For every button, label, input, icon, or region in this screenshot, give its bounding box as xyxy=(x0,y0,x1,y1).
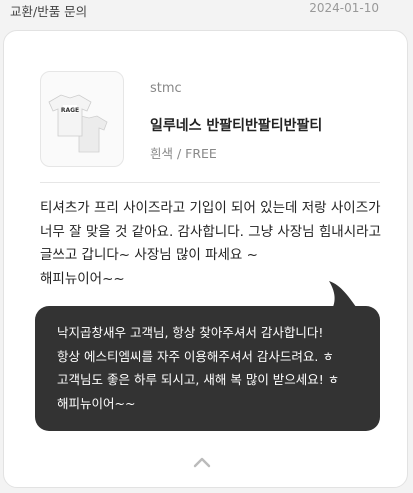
inquiry-category: 교환/반품 문의 xyxy=(10,4,88,19)
tshirt-image: RAGE xyxy=(48,94,108,153)
review-text: 티셔츠가 프리 사이즈라고 기입이 되어 있는데 저랑 사이즈가 너무 잘 맞을… xyxy=(40,200,381,287)
review-card: RAGE stmc 일루네스 반팔티반팔티반팔티 흰색 / FREE 티셔츠가 … xyxy=(3,30,408,488)
product-thumbnail[interactable]: RAGE xyxy=(40,71,124,167)
seller-reply-text: 낙지곱창새우 고객님, 항상 찾아주셔서 감사합니다! 항상 에스티엠씨를 자주… xyxy=(57,325,340,411)
review-date: 2024-01-10 xyxy=(309,1,379,15)
review-header: 교환/반품 문의 2024-01-10 xyxy=(0,0,413,22)
product-option: 흰색 / FREE xyxy=(150,146,217,161)
product-brand: stmc xyxy=(150,81,182,96)
product-name[interactable]: 일루네스 반팔티반팔티반팔티 xyxy=(150,115,322,135)
seller-reply-bubble: 낙지곱창새우 고객님, 항상 찾아주셔서 감사합니다! 항상 에스티엠씨를 자주… xyxy=(35,306,380,431)
chevron-up-icon[interactable] xyxy=(192,455,212,469)
divider xyxy=(40,182,380,183)
shirt-print: RAGE xyxy=(61,107,79,114)
